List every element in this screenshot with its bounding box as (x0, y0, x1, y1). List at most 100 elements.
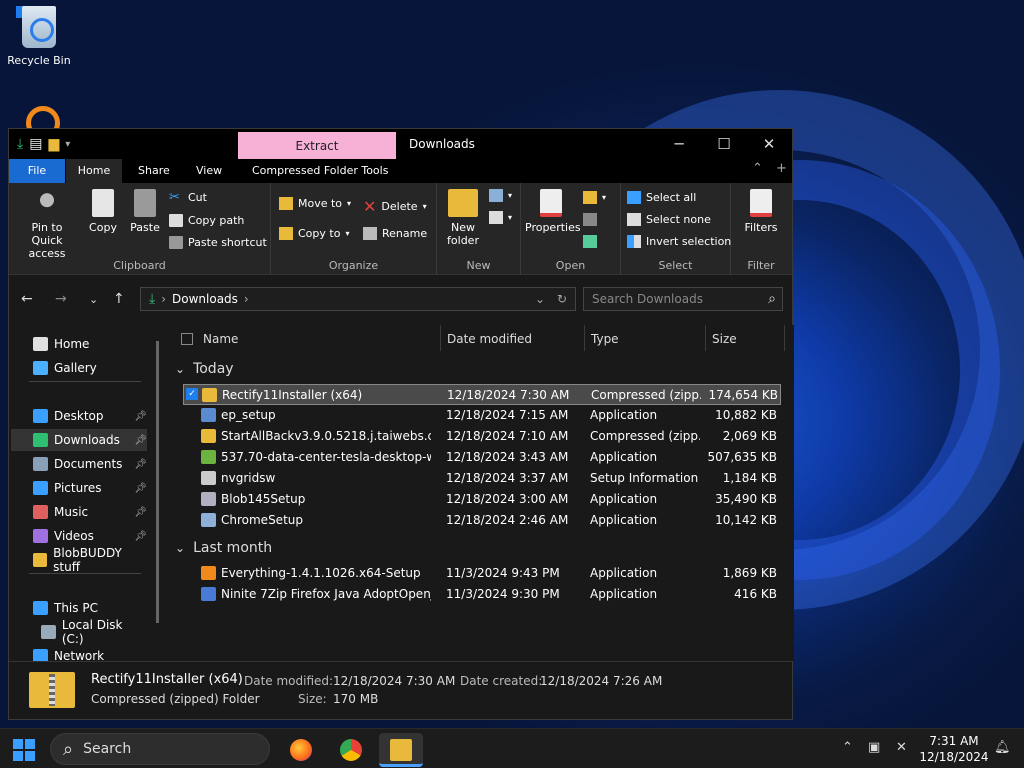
history-button[interactable] (583, 235, 597, 248)
tab-file[interactable]: File (9, 159, 65, 183)
address-dropdown-icon[interactable]: ⌄ (535, 292, 545, 306)
copy-path-button[interactable]: Copy path (169, 214, 244, 227)
properties-qat-icon[interactable]: ▤ (29, 136, 42, 152)
file-row[interactable]: Blob145Setup 12/18/2024 3:00 AM Applicatio… (183, 489, 781, 510)
select-none-button[interactable]: Select none (627, 213, 711, 226)
up-arrow-icon[interactable]: ↑ (113, 291, 125, 307)
delete-button[interactable]: ✕ Delete ▾ (363, 197, 427, 216)
paste-button[interactable]: Paste (127, 189, 163, 234)
filters-button[interactable]: Filters (739, 189, 783, 234)
column-type[interactable]: Type (591, 332, 619, 346)
new-item-button[interactable]: ▾ (489, 189, 512, 202)
column-size[interactable]: Size (712, 332, 737, 346)
pin-icon[interactable]: 📌︎ (134, 435, 147, 446)
tab-home[interactable]: Home (66, 159, 122, 183)
desktop-icon-recycle-bin[interactable]: Recycle Bin (6, 6, 72, 67)
nav-item[interactable]: Music 📌︎ (11, 501, 147, 523)
back-arrow-icon[interactable]: ← (21, 291, 33, 307)
search-input[interactable]: Search Downloads ⌕ (583, 287, 783, 311)
file-row[interactable]: ✓ Rectify11Installer (x64) 12/18/2024 7:30… (183, 384, 781, 405)
address-bar[interactable]: ⤓ › Downloads › ⌄ ↻ (140, 287, 576, 311)
column-date-modified[interactable]: Date modified (447, 332, 532, 346)
title-bar[interactable]: ⤓ ▤ ▆ ▾ Extract Downloads ─ ☐ ✕ (9, 129, 792, 160)
start-button[interactable] (13, 739, 35, 761)
refresh-icon[interactable]: ↻ (557, 292, 567, 306)
forward-arrow-icon[interactable]: → (55, 291, 67, 307)
recent-locations-chevron-icon[interactable]: ⌄ (89, 293, 98, 306)
pin-icon[interactable]: 📌︎ (134, 459, 147, 470)
nav-item[interactable]: Videos 📌︎ (11, 525, 147, 547)
nav-item[interactable]: Desktop 📌︎ (11, 405, 147, 427)
file-row[interactable]: nvgridsw 12/18/2024 3:37 AM Setup Informat… (183, 468, 781, 489)
pin-icon[interactable]: 📌︎ (134, 411, 147, 422)
nav-item[interactable]: Downloads 📌︎ (11, 429, 147, 451)
edit-button[interactable] (583, 213, 597, 226)
pin-icon[interactable]: 📌︎ (134, 507, 147, 518)
nav-item[interactable]: This PC (11, 597, 147, 619)
help-plus-icon[interactable]: + (776, 161, 787, 176)
open-button[interactable]: ▾ (583, 191, 606, 204)
column-divider[interactable] (705, 325, 706, 351)
invert-selection-button[interactable]: Invert selection (627, 235, 731, 248)
pin-icon[interactable]: 📌︎ (134, 531, 147, 542)
notifications-bell-icon[interactable]: 🔔︎ (994, 740, 1011, 755)
collapse-ribbon-icon[interactable]: ⌃ (752, 161, 763, 176)
navigation-scrollbar[interactable] (156, 341, 159, 623)
easy-access-button[interactable]: ▾ (489, 211, 512, 224)
file-row[interactable]: StartAllBackv3.9.0.5218.j.taiwebs.com 12/… (183, 426, 781, 447)
taskbar-chrome[interactable] (329, 733, 373, 767)
chevron-down-icon[interactable]: ▾ (65, 139, 70, 150)
tab-compressed-folder-tools[interactable]: Compressed Folder Tools (240, 159, 400, 183)
group-header[interactable]: ⌄ Today (175, 361, 234, 377)
minimize-button[interactable]: ─ (656, 129, 702, 159)
close-button[interactable]: ✕ (746, 129, 792, 159)
breadcrumb-downloads[interactable]: Downloads (172, 292, 238, 306)
file-row[interactable]: ChromeSetup 12/18/2024 2:46 AM Application… (183, 510, 781, 531)
volume-muted-icon[interactable]: ✕ (896, 740, 907, 755)
move-to-button[interactable]: Move to ▾ (279, 197, 351, 210)
tab-share[interactable]: Share (126, 159, 182, 183)
select-all-checkbox[interactable] (181, 333, 193, 345)
file-row[interactable]: Ninite 7Zip Firefox Java AdoptOpenJD... 1… (183, 584, 781, 605)
nav-item[interactable]: Gallery (11, 357, 147, 379)
cut-button[interactable]: ✂ Cut (169, 191, 207, 204)
file-row[interactable]: 537.70-data-center-tesla-desktop-win... 1… (183, 447, 781, 468)
column-divider[interactable] (440, 325, 441, 351)
copy-button[interactable]: Copy (85, 189, 121, 234)
taskbar-firefox[interactable] (279, 733, 323, 767)
collapse-chevron-icon[interactable]: ⌄ (175, 362, 185, 376)
new-folder-qat-icon[interactable]: ▆ (48, 136, 59, 152)
show-hidden-icons-chevron[interactable]: ⌃ (842, 740, 853, 755)
nav-item[interactable]: Local Disk (C:) (11, 618, 147, 646)
file-row[interactable]: Everything-1.4.1.1026.x64-Setup 11/3/2024… (183, 563, 781, 584)
search-icon[interactable]: ⌕ (768, 288, 776, 310)
column-divider[interactable] (784, 325, 785, 351)
nav-separator (29, 381, 141, 382)
maximize-button[interactable]: ☐ (701, 129, 747, 159)
copy-to-button[interactable]: Copy to ▾ (279, 227, 349, 240)
column-divider[interactable] (584, 325, 585, 351)
taskbar-search[interactable]: ⌕ Search (50, 733, 270, 765)
taskbar-clock[interactable]: 7:31 AM 12/18/2024 (916, 733, 992, 765)
column-name[interactable]: Name (203, 332, 238, 346)
download-arrow-icon[interactable]: ⤓ (17, 136, 23, 152)
contextual-tab-extract[interactable]: Extract (238, 132, 396, 160)
tab-view[interactable]: View (184, 159, 234, 183)
network-tray-icon[interactable]: ▣ (868, 740, 880, 755)
pin-to-quick-access-button[interactable]: Pin to Quick access (15, 189, 79, 260)
taskbar-file-explorer[interactable] (379, 733, 423, 767)
nav-item[interactable]: BlobBUDDY stuff (11, 546, 147, 574)
select-all-button[interactable]: Select all (627, 191, 696, 204)
group-header[interactable]: ⌄ Last month (175, 540, 272, 556)
paste-shortcut-button[interactable]: Paste shortcut (169, 236, 267, 249)
nav-item[interactable]: Home (11, 333, 147, 355)
row-checkbox[interactable]: ✓ (186, 388, 198, 400)
file-row[interactable]: ep_setup 12/18/2024 7:15 AM Application 10,… (183, 405, 781, 426)
nav-item[interactable]: Documents 📌︎ (11, 453, 147, 475)
new-folder-button[interactable]: New folder (443, 189, 483, 247)
properties-button[interactable]: Properties (525, 189, 581, 234)
rename-button[interactable]: Rename (363, 227, 427, 240)
pin-icon[interactable]: 📌︎ (134, 483, 147, 494)
nav-item[interactable]: Pictures 📌︎ (11, 477, 147, 499)
collapse-chevron-icon[interactable]: ⌄ (175, 541, 185, 555)
